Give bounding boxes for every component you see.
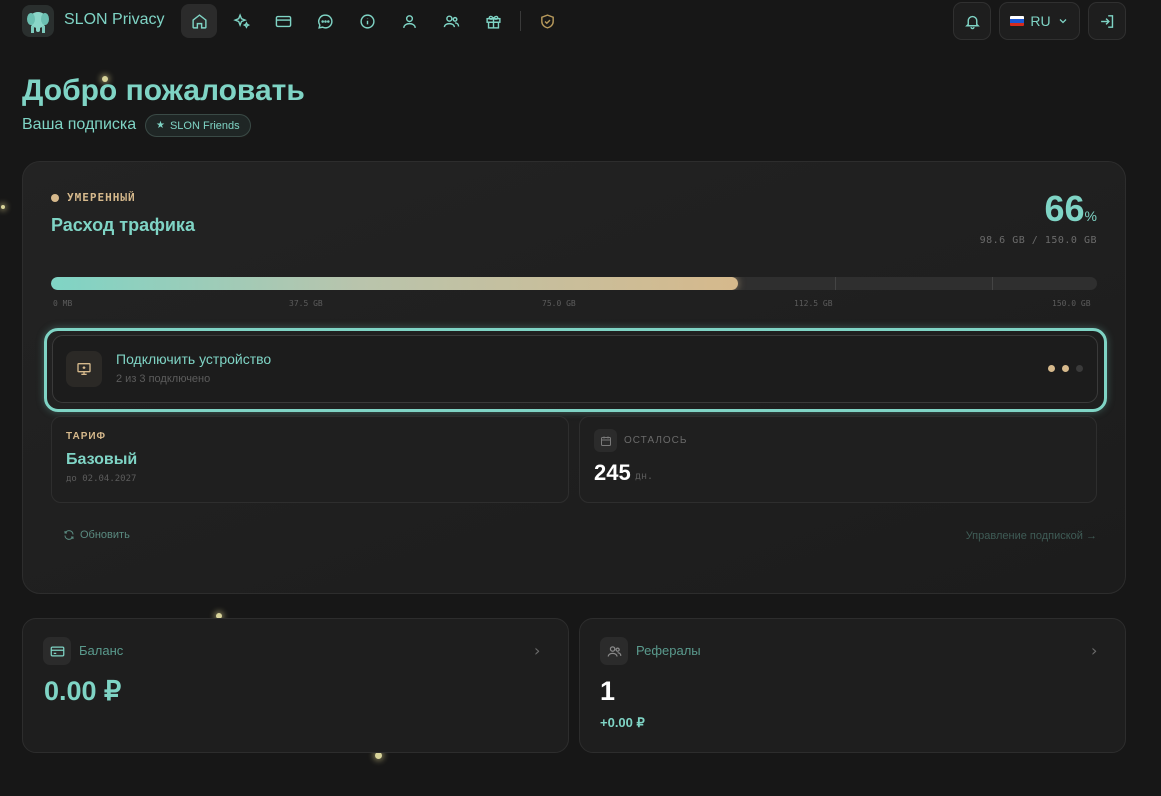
remaining-card: [579, 416, 1097, 503]
balance-label: Баланс: [79, 643, 124, 658]
traffic-status: УМЕРЕННЫЙ: [67, 191, 136, 204]
nav-referrals[interactable]: [433, 4, 469, 38]
tariff-until: до 02.04.2027: [66, 474, 137, 484]
gift-icon: [485, 15, 501, 29]
status-indicator: [51, 194, 59, 202]
tariff-label: ТАРИФ: [66, 431, 107, 442]
background-sparkle: [375, 752, 382, 759]
sparkles-icon: [232, 12, 250, 29]
nav-info[interactable]: [349, 4, 385, 38]
connect-device-button[interactable]: [52, 335, 1098, 403]
chat-icon: [317, 13, 333, 29]
nav-security[interactable]: [529, 4, 565, 38]
percent-sign: %: [1084, 208, 1097, 224]
chevron-right-icon: ›: [534, 641, 541, 660]
referrals-label: Рефералы: [636, 643, 701, 658]
plan-badge-label: SLON Friends: [169, 119, 240, 132]
referrals-earnings: +0.00 ₽: [600, 715, 645, 730]
background-sparkle: [1, 205, 5, 209]
remaining-days: 245: [594, 460, 631, 485]
logout-button[interactable]: [1088, 2, 1126, 40]
tariff-name: Базовый: [66, 451, 138, 468]
star-icon: ★: [156, 120, 165, 131]
tick-label-1: 37.5 GB: [289, 299, 323, 308]
traffic-progress-fill: [51, 277, 739, 290]
users-icon: [443, 14, 459, 27]
bar-tick: [992, 277, 993, 290]
nav-features[interactable]: [223, 4, 259, 38]
traffic-progress-bar: [51, 277, 1097, 290]
device-slot-filled: [1048, 365, 1055, 372]
brand-name[interactable]: SLON Privacy: [64, 11, 164, 29]
device-slot-empty: [1076, 365, 1083, 372]
home-icon: [191, 13, 207, 29]
referrals-count: 1: [600, 676, 616, 706]
traffic-percent: 66%: [1045, 188, 1098, 230]
chevron-down-icon: [1059, 19, 1067, 24]
refresh-icon: [64, 530, 74, 540]
tick-label-2: 75.0 GB: [542, 299, 576, 308]
user-icon: [402, 14, 416, 28]
referrals-card[interactable]: [579, 618, 1126, 753]
plan-badge: ★ SLON Friends: [145, 114, 251, 137]
users-icon: [600, 637, 628, 665]
language-select[interactable]: RU: [999, 2, 1080, 40]
nav-gifts[interactable]: [475, 4, 511, 38]
nav-payments[interactable]: [265, 4, 301, 38]
nav-divider: [520, 11, 521, 31]
chevron-right-icon: ›: [1091, 641, 1098, 660]
tick-label-0: 0 MB: [53, 299, 73, 308]
wallet-icon: [43, 637, 71, 665]
traffic-usage: 98.6 GB / 150.0 GB: [979, 235, 1097, 246]
russia-flag-icon: [1010, 16, 1025, 26]
calendar-icon: [594, 429, 617, 452]
remaining-label: ОСТАЛОСЬ: [624, 435, 688, 446]
remaining-days-unit: дн.: [635, 471, 654, 482]
connect-device-title: Подключить устройство: [116, 351, 272, 367]
manage-subscription-link[interactable]: Управление подпиской →: [966, 530, 1097, 542]
top-navbar: SLON Privacy RU: [0, 0, 1161, 42]
page-title: Добро пожаловать: [22, 74, 305, 107]
elephant-logo-icon[interactable]: [22, 5, 54, 37]
subscription-label: Ваша подписка: [22, 116, 137, 133]
bell-icon: [964, 15, 980, 29]
traffic-percent-value: 66: [1044, 188, 1085, 229]
refresh-label: Обновить: [80, 529, 130, 541]
nav-chat[interactable]: [307, 4, 343, 38]
shield-check-icon: [540, 13, 554, 29]
tick-label-4: 150.0 GB: [1052, 299, 1091, 308]
info-icon: [359, 13, 375, 29]
notifications-button[interactable]: [953, 2, 991, 40]
refresh-button[interactable]: Обновить: [63, 529, 130, 541]
nav-home[interactable]: [181, 4, 217, 38]
monitor-icon: [66, 351, 102, 387]
logout-icon: [1100, 14, 1113, 28]
device-slot-filled: [1062, 365, 1069, 372]
balance-value: 0.00 ₽: [44, 676, 122, 706]
connect-device-subtitle: 2 из 3 подключено: [116, 373, 211, 385]
tick-label-3: 112.5 GB: [794, 299, 833, 308]
bar-tick: [835, 277, 836, 290]
credit-card-icon: [275, 15, 291, 27]
nav-profile[interactable]: [391, 4, 427, 38]
language-label: RU: [1030, 13, 1051, 29]
traffic-title: Расход трафика: [51, 215, 195, 235]
